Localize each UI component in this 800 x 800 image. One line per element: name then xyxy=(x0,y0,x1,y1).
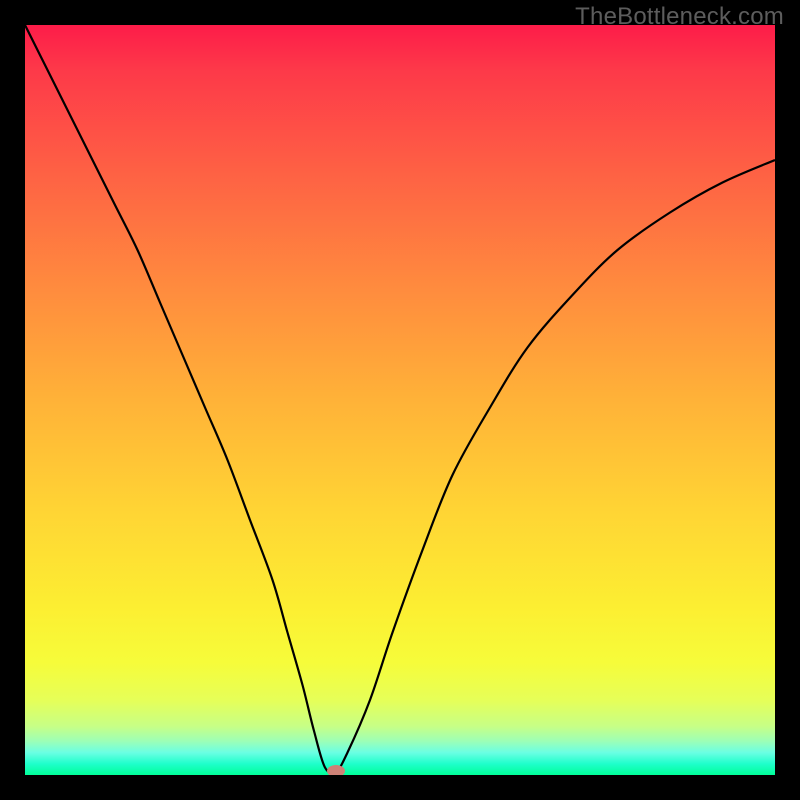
plot-area xyxy=(25,25,775,775)
watermark-text: TheBottleneck.com xyxy=(575,3,784,31)
bottleneck-curve xyxy=(25,25,775,775)
chart-frame: TheBottleneck.com xyxy=(0,0,800,800)
trough-marker xyxy=(327,765,345,776)
